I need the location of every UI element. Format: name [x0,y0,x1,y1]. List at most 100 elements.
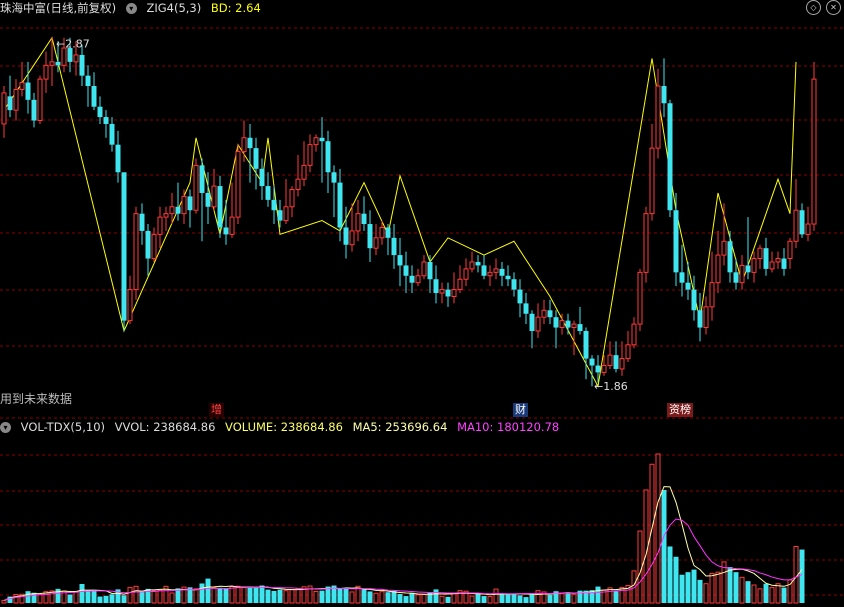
candle-body [595,365,601,373]
volume-bar [91,589,97,603]
candle-body [679,272,685,283]
candle-body [757,247,763,260]
volume-bar [571,593,577,604]
candle-body [661,86,667,104]
candle-body [541,309,547,318]
volume-bar [469,595,475,604]
volume-panel-header: ▾ VOL-TDX(5,10) VVOL: 238684.86 VOLUME: … [0,419,565,435]
candle-body [283,206,289,222]
volume-bar [493,588,499,604]
candle-body [499,268,505,276]
grid-lines [0,27,844,596]
chevron-down-icon[interactable]: ▾ [0,422,11,433]
chevron-down-icon[interactable]: ▾ [125,3,137,14]
candle-body [511,279,517,290]
candle-body [73,54,79,63]
volume-bar [739,576,745,604]
volume-bar [67,594,73,603]
volume-bar [595,586,601,603]
volume-bar [799,549,805,603]
candle-body [631,323,637,346]
volume-bar [265,589,271,603]
candle-body [343,227,349,245]
volume-bar [475,594,481,603]
candle-body [565,320,571,328]
candle-body [97,106,103,118]
volume-bar [25,591,31,603]
volume-bar [319,590,325,603]
candle-body [601,364,607,373]
candle-body [235,151,241,218]
volume-bar [133,585,139,604]
volume-indicator-name[interactable]: VOL-TDX(5,10) [21,420,105,434]
volume-bar [139,590,145,603]
volume-bar [697,579,703,603]
indicator-name[interactable]: ZIG4(5,3) [146,1,201,15]
volume-bar [403,596,409,603]
candle-body [547,310,553,318]
candle-body [13,88,19,111]
stock-title[interactable]: 珠海中富(日线,前复权) [0,1,116,15]
candle-body [685,282,691,290]
volume-bar [343,587,349,603]
volume-bar [385,592,391,603]
volume-bar [247,586,253,603]
volume-bar [13,594,19,604]
candle-body [145,230,151,259]
volume-bar [517,595,523,603]
candle-body [379,226,385,239]
volume-bar [373,592,379,604]
volume-bar [613,591,619,603]
candle-body [49,61,55,66]
candle-body [187,196,193,211]
volume-bar [235,585,241,604]
volume-bar [565,592,571,603]
volume-bar [289,589,295,604]
volume-bar [151,590,157,604]
candle-body [781,258,787,269]
candle-body [331,172,337,183]
volume-bar [673,556,679,603]
candle-body [1,92,7,125]
candle-body [709,282,715,308]
diamond-icon[interactable]: ◇ [806,0,821,15]
event-marker-finance[interactable]: 财 [513,403,528,417]
candle-body [223,227,229,235]
event-marker-increase[interactable]: 增 [209,403,224,417]
candle-body [397,255,403,266]
candle-body [301,164,307,180]
candle-body [31,99,37,121]
candle-body [463,268,469,280]
close-icon[interactable]: ✕ [826,0,841,15]
candlestick-series [1,37,817,387]
volume-bar [193,588,199,604]
candle-body [193,164,199,211]
vvol-value: VVOL: 238684.86 [114,420,216,434]
event-marker-list[interactable]: 资榜 [667,403,693,417]
candle-body [307,144,313,166]
candle-body [607,354,613,366]
candle-body [325,141,331,173]
candle-body [403,265,409,276]
volume-bar [751,584,757,604]
candle-body [739,264,745,284]
candle-body [211,185,217,208]
low-price-label: ←1.86 [594,380,628,393]
candle-body [769,261,775,270]
candle-body [505,275,511,280]
candle-body [481,265,487,276]
candle-body [493,268,499,273]
candle-body [745,265,751,273]
candle-body [517,289,523,304]
volume-bar [259,585,265,603]
volume-bar [55,588,61,603]
candle-body [133,213,139,291]
candle-body [793,209,799,242]
candle-body [727,241,733,273]
volume-bar [667,546,673,603]
volume-bar [157,589,163,604]
volume-bar [745,581,751,603]
candle-body [589,358,595,366]
volume-bar [391,590,397,603]
candle-body [583,330,589,359]
